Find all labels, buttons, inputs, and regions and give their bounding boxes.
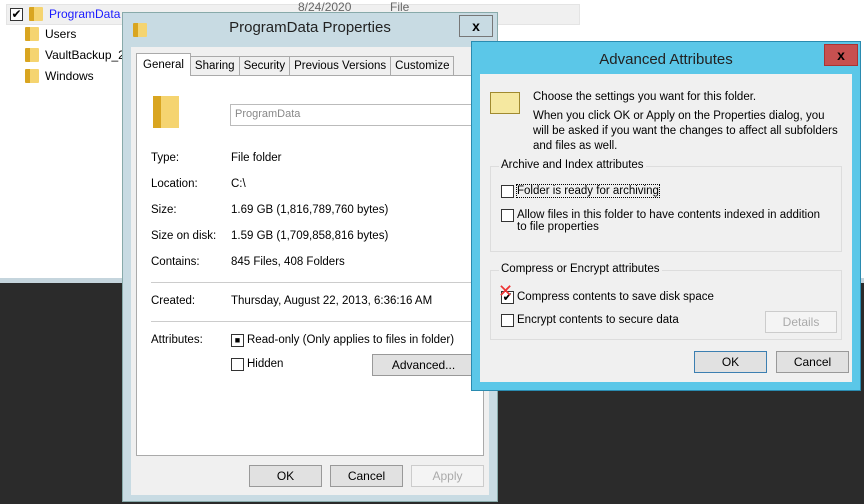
close-button[interactable]: x (824, 44, 858, 66)
cancel-button[interactable]: Cancel (776, 351, 849, 373)
large-folder-icon (153, 96, 179, 128)
readonly-label: Read-only (Only applies to files in fold… (247, 334, 455, 346)
size-label: Size: (151, 204, 177, 216)
size-on-disk-value: 1.59 GB (1,709,858,816 bytes) (231, 230, 389, 242)
compress-checkbox[interactable]: ✔ ✕ Compress contents to save disk space (498, 282, 714, 304)
apply-button[interactable]: Apply (411, 465, 484, 487)
dialog-title: ProgramData Properties (229, 19, 391, 36)
tab-previous-versions[interactable]: Previous Versions (289, 56, 392, 76)
readonly-checkbox[interactable]: ■ Read-only (Only applies to files in fol… (231, 334, 454, 347)
item-checkbox[interactable]: ✔ (10, 7, 23, 21)
description-text: When you click OK or Apply on the Proper… (533, 110, 838, 152)
tree-item-vaultbackup[interactable]: VaultBackup_2 (25, 45, 125, 65)
tab-customize[interactable]: Customize (390, 56, 455, 76)
created-value: Thursday, August 22, 2013, 6:36:16 AM (231, 295, 433, 307)
size-on-disk-label: Size on disk: (151, 230, 217, 242)
contains-value: 845 Files, 408 Folders (231, 256, 345, 268)
item-name: ProgramData (49, 7, 121, 21)
cancel-button[interactable]: Cancel (330, 465, 403, 487)
advanced-attributes-dialog: Advanced Attributes x Choose the setting… (471, 41, 861, 391)
details-button[interactable]: Details (765, 311, 837, 333)
index-checkbox[interactable]: Allow files in this folder to have conte… (501, 209, 831, 233)
advanced-button[interactable]: Advanced... (372, 354, 475, 376)
created-label: Created: (151, 295, 196, 307)
folder-icon (25, 69, 39, 83)
tree-item-users[interactable]: Users (25, 24, 76, 44)
checkbox[interactable] (501, 185, 514, 198)
compress-label: Compress contents to save disk space (517, 291, 714, 303)
checkbox-indeterminate[interactable]: ■ (231, 334, 244, 347)
ok-button[interactable]: OK (249, 465, 322, 487)
intro-text: Choose the settings you want for this fo… (533, 91, 757, 103)
divider (151, 282, 471, 283)
encrypt-label: Encrypt contents to secure data (517, 314, 679, 326)
checkbox[interactable] (501, 314, 514, 327)
checkbox[interactable] (231, 358, 244, 371)
archive-index-group: Archive and Index attributes Folder is r… (490, 159, 842, 252)
ok-button[interactable]: OK (694, 351, 767, 373)
folder-settings-icon (490, 92, 520, 114)
group-label: Archive and Index attributes (499, 159, 646, 171)
dialog-title: Advanced Attributes (599, 51, 733, 68)
divider (151, 321, 471, 322)
type-value: File folder (231, 152, 282, 164)
folder-icon (25, 48, 39, 62)
item-name: Users (45, 27, 77, 41)
archive-checkbox[interactable]: Folder is ready for archiving (501, 184, 660, 198)
tab-sharing[interactable]: Sharing (189, 56, 240, 76)
location-label: Location: (151, 178, 198, 190)
type-label: Type: (151, 152, 180, 164)
folder-name-input[interactable]: ProgramData (230, 104, 475, 126)
properties-dialog: ProgramData Properties x General Sharing… (122, 12, 498, 502)
folder-icon (25, 27, 39, 41)
close-button[interactable]: x (459, 15, 493, 37)
tab-general[interactable]: General (136, 53, 191, 76)
compress-encrypt-group: Compress or Encrypt attributes ✔ ✕ Compres… (490, 263, 842, 340)
group-label: Compress or Encrypt attributes (499, 263, 662, 275)
item-name: VaultBackup_2 (45, 48, 125, 62)
index-label: Allow files in this folder to have conte… (517, 209, 821, 233)
attributes-label: Attributes: (151, 334, 203, 346)
folder-icon (29, 7, 43, 21)
tab-security[interactable]: Security (238, 56, 291, 76)
contains-label: Contains: (151, 256, 200, 268)
item-name: Windows (45, 69, 94, 83)
encrypt-checkbox[interactable]: Encrypt contents to secure data (501, 314, 679, 327)
hidden-label: Hidden (247, 358, 284, 370)
tree-item-windows[interactable]: Windows (25, 66, 94, 86)
location-value: C:\ (231, 178, 246, 190)
red-x-mark: ✕ (498, 281, 514, 301)
hidden-checkbox[interactable]: Hidden (231, 358, 283, 371)
archive-label: Folder is ready for archiving (516, 184, 660, 198)
tree-item-programdata[interactable]: ✔ ProgramData 8/24/2020 9:29 AM File fol… (10, 0, 420, 28)
checkbox-checked[interactable]: ✔ ✕ (498, 282, 514, 304)
checkbox[interactable] (501, 209, 514, 222)
size-value: 1.69 GB (1,816,789,760 bytes) (231, 204, 389, 216)
